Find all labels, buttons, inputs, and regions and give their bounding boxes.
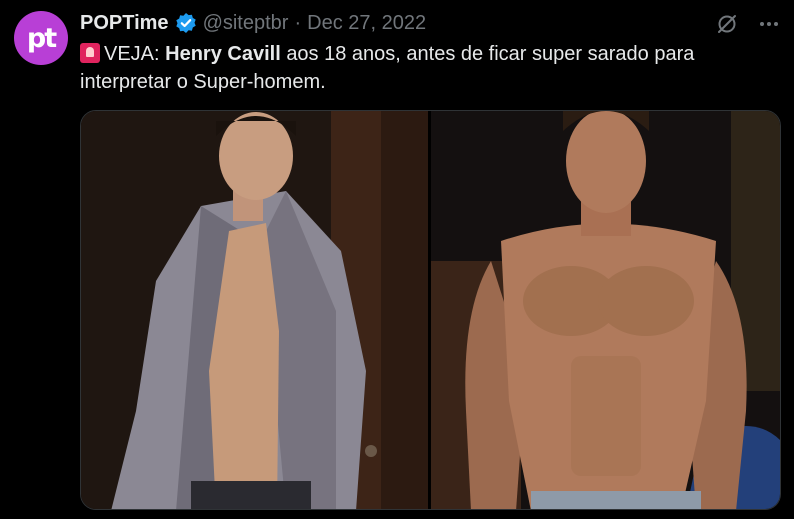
author-handle[interactable]: @siteptbr — [203, 12, 289, 35]
tweet-text-part1: VEJA: — [104, 43, 160, 65]
author-name[interactable]: POPTime — [80, 12, 169, 35]
avatar-logo-text: pt — [26, 22, 57, 54]
tweet-media[interactable] — [80, 110, 781, 510]
avatar[interactable]: pt — [14, 11, 68, 65]
tweet-text: VEJA: Henry Cavill aos 18 anos, antes de… — [80, 40, 780, 96]
verified-badge-icon — [175, 13, 196, 33]
tweet-date[interactable]: Dec 27, 2022 — [307, 12, 426, 35]
tweet-text-bold[interactable]: Henry Cavill — [165, 43, 281, 65]
photo-right-illustration — [431, 111, 780, 509]
tweet-header: POPTime @siteptbr · Dec 27, 2022 — [80, 9, 426, 37]
more-dots-glyph — [760, 22, 778, 26]
tweet-actions — [714, 12, 782, 36]
grok-icon[interactable] — [714, 12, 740, 36]
header-separator: · — [294, 11, 302, 34]
photo-left-young[interactable] — [81, 111, 428, 509]
photo-left-illustration — [81, 111, 428, 509]
photo-right-muscular[interactable] — [431, 111, 780, 509]
grok-icon-glyph — [718, 15, 736, 33]
police-siren-icon — [80, 43, 100, 63]
more-dots-icon[interactable] — [756, 12, 782, 36]
